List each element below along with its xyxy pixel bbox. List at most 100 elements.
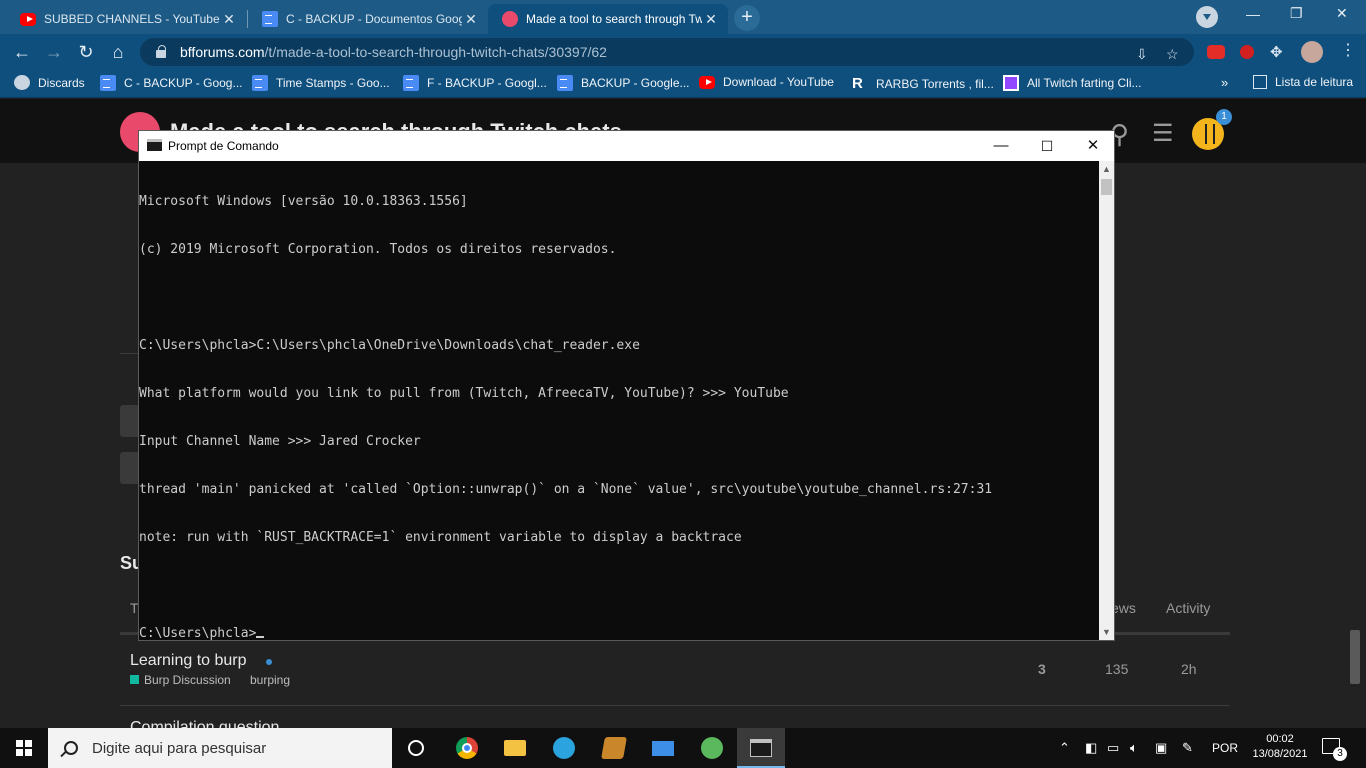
browser-toolbar: ← → ↻ ⌂ bfforums.com/t/made-a-tool-to-se… [0,34,1366,70]
cmd-minimize-button[interactable]: — [978,131,1024,161]
cortana-button[interactable] [392,728,440,768]
profile-avatar[interactable] [1301,41,1323,63]
close-icon[interactable]: ✕ [702,11,720,28]
restore-icon[interactable]: ❐ [1290,5,1303,22]
show-hidden-icons[interactable]: ⌃ [1059,740,1070,756]
volume-icon[interactable]: 🔈︎ [1130,740,1138,756]
cmd-maximize-button[interactable]: ☐ [1024,131,1070,161]
taskbar-command-prompt[interactable] [737,728,785,768]
google-docs-icon [252,75,268,91]
tab-made-a-tool[interactable]: Made a tool to search through Twitch ✕ [488,4,728,34]
green-app-icon [701,737,723,759]
lock-icon[interactable] [156,45,166,58]
youtube-icon [699,75,715,89]
topic-link[interactable]: Learning to burp [130,652,247,670]
bookmark-star-icon[interactable]: ☆ [1166,46,1179,63]
tag-link[interactable]: burping [250,673,290,687]
input-language[interactable]: POR [1212,741,1238,755]
cmd-console-output[interactable]: Microsoft Windows [versão 10.0.18363.155… [139,161,1099,640]
category-link[interactable]: Burp Discussion [144,673,231,687]
install-app-icon[interactable]: ⇩ [1136,46,1148,63]
chrome-icon [456,737,478,759]
cmd-scrollbar[interactable]: ▲ ▼ [1099,161,1114,640]
bookmark-label: Download - YouTube [723,75,834,89]
extensions-puzzle-icon[interactable]: ✥ [1270,43,1288,61]
taskbar-mail[interactable] [639,728,687,768]
pen-workspace-icon[interactable]: ✎ [1182,740,1193,756]
prompt-text: C:\Users\phcla> [139,626,257,640]
home-icon[interactable]: ⌂ [106,40,130,64]
bookmark-twitch-clips[interactable]: All Twitch farting Cli... [1003,75,1141,91]
scroll-down-icon[interactable]: ▼ [1099,624,1114,640]
bookmark-button[interactable] [120,452,138,484]
discord-icon [14,75,30,90]
console-line: (c) 2019 Microsoft Corporation. Todos os… [139,242,617,257]
reading-list-button[interactable]: Lista de leitura [1253,75,1353,89]
action-center-badge: 3 [1333,747,1347,761]
close-icon[interactable]: ✕ [220,11,238,28]
bookmark-f-backup[interactable]: F - BACKUP - Googl... [403,75,547,91]
mail-icon [652,741,674,756]
windows-logo-icon [16,740,32,756]
forward-icon[interactable]: → [42,40,66,64]
bookmark-rarbg[interactable]: R RARBG Torrents , fil... [852,75,994,92]
taskbar-file-explorer[interactable] [491,728,539,768]
divider [120,353,138,354]
notification-badge[interactable]: 1 [1216,109,1232,125]
bookmark-label: C - BACKUP - Goog... [124,76,243,90]
tab-title: C - BACKUP - Documentos Goog [286,12,462,26]
bookmark-c-backup[interactable]: C - BACKUP - Goog... [100,75,242,91]
tab-subbed-channels[interactable]: SUBBED CHANNELS - YouTube ✕ [6,4,246,34]
cmd-close-button[interactable]: ✕ [1070,131,1116,161]
system-clock[interactable]: 00:02 13/08/2021 [1250,732,1310,762]
start-button[interactable] [0,728,48,768]
taskbar-search-box[interactable]: Digite aqui para pesquisar [48,728,392,768]
taskbar-tool-app[interactable] [590,728,638,768]
minimize-icon[interactable]: — [1246,6,1260,22]
tab-search-icon[interactable] [1196,6,1218,28]
youtube-icon [20,12,36,26]
close-icon[interactable]: ✕ [462,11,480,28]
close-window-icon[interactable]: ✕ [1336,5,1348,22]
address-bar[interactable]: bfforums.com/t/made-a-tool-to-search-thr… [140,38,1194,66]
page-scrollbar[interactable] [1350,630,1360,684]
topic-activity[interactable]: 2h [1181,661,1197,677]
taskbar-green-app[interactable] [688,728,736,768]
network-icon[interactable]: ▣ [1155,740,1167,756]
battery-icon[interactable]: ▭ [1107,740,1119,756]
console-line: Input Channel Name >>> Jared Crocker [139,434,421,449]
search-icon [64,741,78,755]
meet-now-icon[interactable]: ◧ [1085,740,1097,756]
menu-kebab-icon[interactable]: ⋮ [1340,40,1358,59]
back-icon[interactable]: ← [10,40,34,64]
clock-time: 00:02 [1266,733,1294,745]
console-line: What platform would you link to pull fro… [139,386,789,401]
prompt-line[interactable]: C:\Users\phcla> [139,626,1099,640]
new-tab-button[interactable]: + [734,5,760,31]
cmd-icon [750,739,772,757]
bfforums-icon [502,11,518,27]
google-docs-icon [100,75,116,91]
cortana-icon [408,740,424,756]
scroll-thumb[interactable] [1101,179,1112,195]
record-extension-icon[interactable] [1240,45,1254,59]
twitch-icon [1003,75,1019,91]
bookmark-discards[interactable]: Discards [14,75,85,90]
bookmarks-overflow-button[interactable]: » [1221,75,1228,90]
console-line: thread 'main' panicked at 'called `Optio… [139,482,993,497]
taskbar-telegram[interactable] [540,728,588,768]
tab-c-backup[interactable]: C - BACKUP - Documentos Goog ✕ [248,4,488,34]
bookmark-time-stamps[interactable]: Time Stamps - Goo... [252,75,390,91]
taskbar-chrome[interactable] [443,728,491,768]
scroll-up-icon[interactable]: ▲ [1099,161,1114,177]
browser-tab-strip: SUBBED CHANNELS - YouTube ✕ C - BACKUP -… [0,0,1366,34]
bookmark-backup[interactable]: BACKUP - Google... [557,75,690,91]
hamburger-menu-icon[interactable]: ☰ [1152,119,1174,148]
table-row-divider [120,705,1230,706]
console-line: C:\Users\phcla>C:\Users\phcla\OneDrive\D… [139,338,640,353]
reload-icon[interactable]: ↻ [74,40,98,64]
youtube-extension-icon[interactable] [1207,45,1225,59]
share-button[interactable] [120,405,138,437]
bookmark-download-youtube[interactable]: Download - YouTube [699,75,834,89]
cmd-title-bar[interactable]: Prompt de Comando — ☐ ✕ [139,131,1114,161]
